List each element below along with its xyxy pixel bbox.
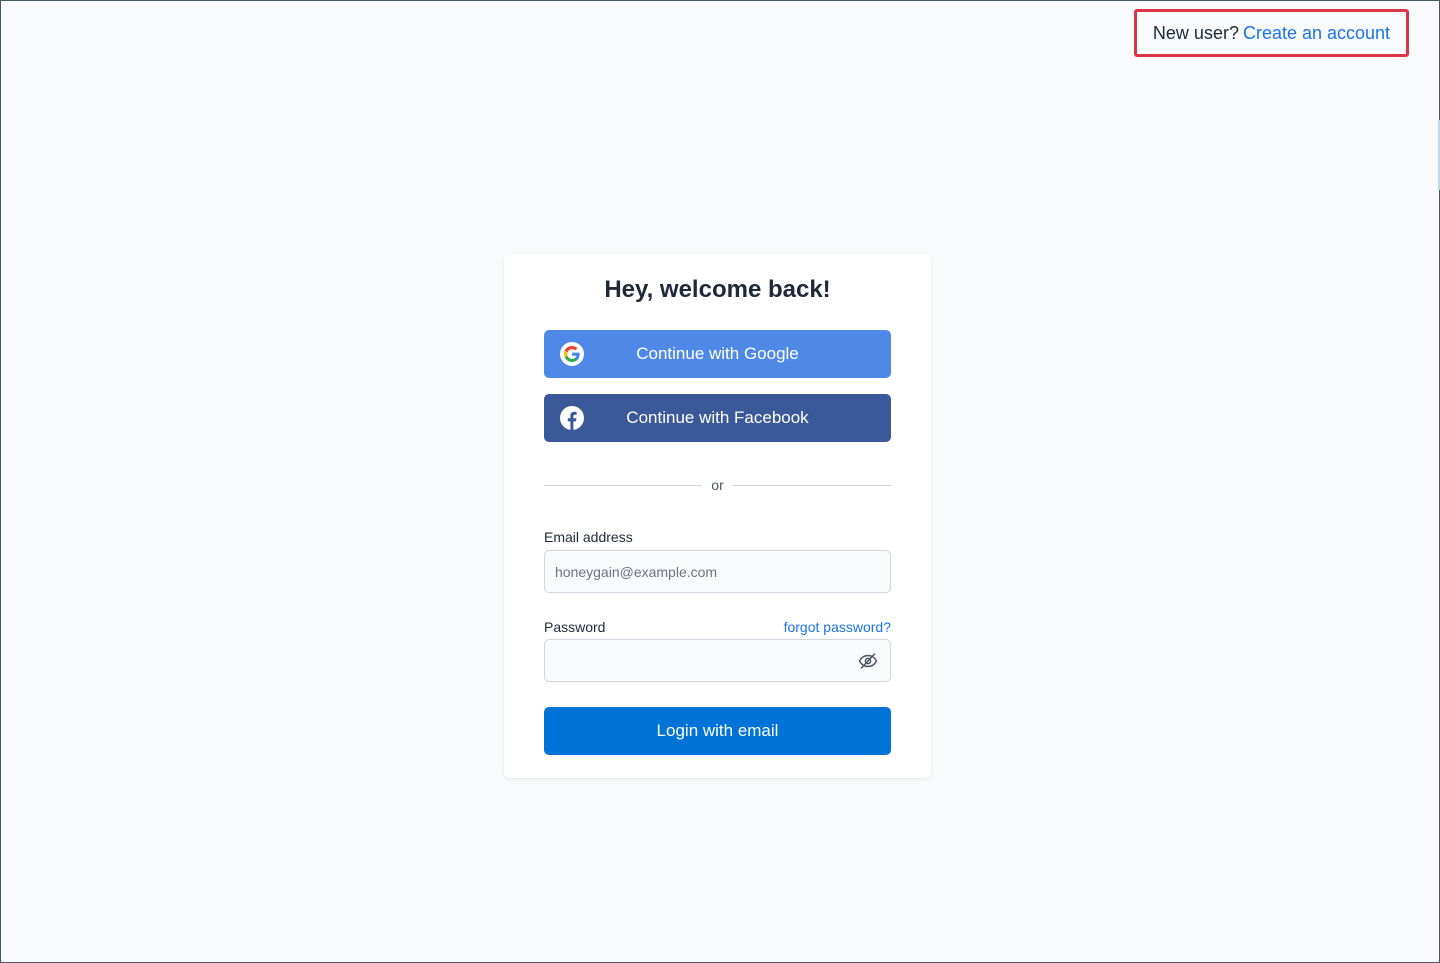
new-user-text: New user? [1152, 22, 1239, 43]
eye-off-icon[interactable] [858, 652, 878, 670]
divider-line-left [544, 484, 703, 486]
continue-with-facebook-button[interactable]: Continue with Facebook [544, 394, 891, 442]
email-placeholder: honeygain@example.com [555, 563, 718, 580]
login-button-label: Login with email [656, 721, 779, 740]
password-label: Password [544, 619, 606, 635]
email-field[interactable]: honeygain@example.com [544, 550, 891, 593]
divider-line-right [732, 484, 892, 486]
password-field[interactable] [544, 639, 891, 682]
divider-text: or [711, 477, 724, 493]
create-account-link[interactable]: Create an account [1243, 23, 1390, 44]
google-icon [560, 342, 584, 366]
continue-with-google-button[interactable]: Continue with Google [544, 330, 891, 378]
email-label: Email address [544, 529, 633, 545]
signup-prompt: New user? Create an account [1134, 9, 1409, 57]
or-divider: or [544, 475, 892, 495]
password-label-row: Password forgot password? [544, 618, 891, 636]
google-button-label: Continue with Google [636, 344, 799, 363]
facebook-button-label: Continue with Facebook [626, 408, 809, 427]
page-title: Hey, welcome back! [604, 276, 831, 303]
login-card: Hey, welcome back! Continue with Google … [504, 254, 931, 778]
facebook-icon [560, 406, 584, 430]
login-with-email-button[interactable]: Login with email [544, 707, 891, 755]
forgot-password-link[interactable]: forgot password? [784, 619, 891, 635]
